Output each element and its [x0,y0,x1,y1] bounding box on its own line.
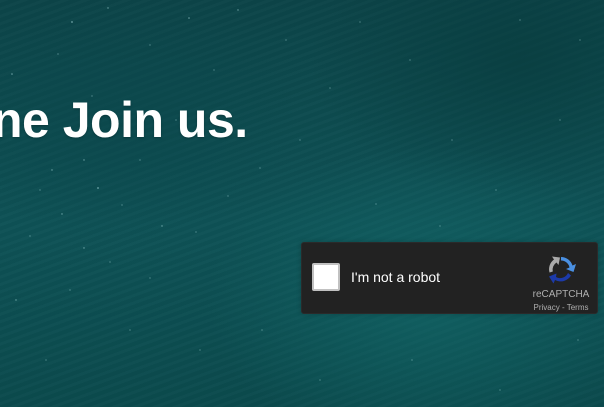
recaptcha-logo-icon [549,256,576,284]
links-separator: - [559,303,567,312]
recaptcha-widget: I'm not a robot reCAPTCHA Privacy - Term… [301,242,598,314]
recaptcha-checkbox-label: I'm not a robot [351,269,441,285]
recaptcha-brand-text: reCAPTCHA [532,289,590,300]
hero-background [0,0,604,407]
terms-link[interactable]: Terms [567,303,589,312]
water-texture [11,7,581,391]
privacy-link[interactable]: Privacy [534,303,560,312]
recaptcha-checkbox[interactable] [312,263,340,291]
recaptcha-links: Privacy - Terms [528,303,594,312]
page-headline: ne Join us. [0,92,248,148]
